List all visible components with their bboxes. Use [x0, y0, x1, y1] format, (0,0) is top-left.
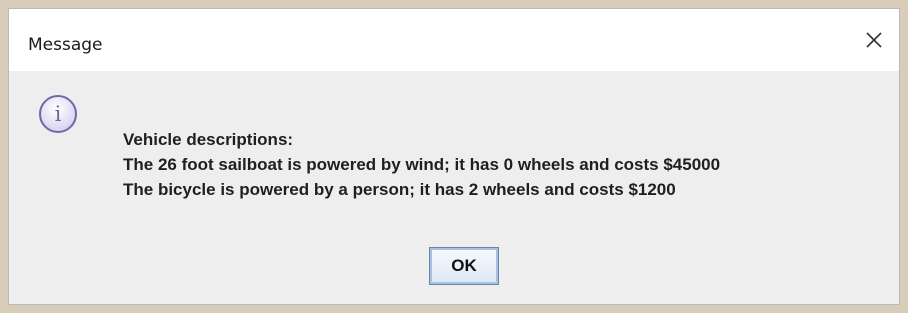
ok-button[interactable]: OK [429, 247, 499, 285]
svg-text:i: i [55, 102, 62, 126]
title-bar: Message [9, 9, 899, 71]
close-button[interactable] [857, 25, 891, 55]
message-text: Vehicle descriptions: The 26 foot sailbo… [123, 127, 720, 202]
message-line: Vehicle descriptions: [123, 130, 294, 149]
information-icon: i [39, 95, 77, 133]
close-icon [866, 32, 882, 48]
dialog-title: Message [28, 35, 103, 55]
message-line: The 26 foot sailboat is powered by wind;… [123, 155, 721, 174]
message-line: The bicycle is powered by a person; it h… [123, 180, 676, 199]
message-dialog: Message i Vehicle descriptions: The 26 f… [8, 8, 900, 305]
